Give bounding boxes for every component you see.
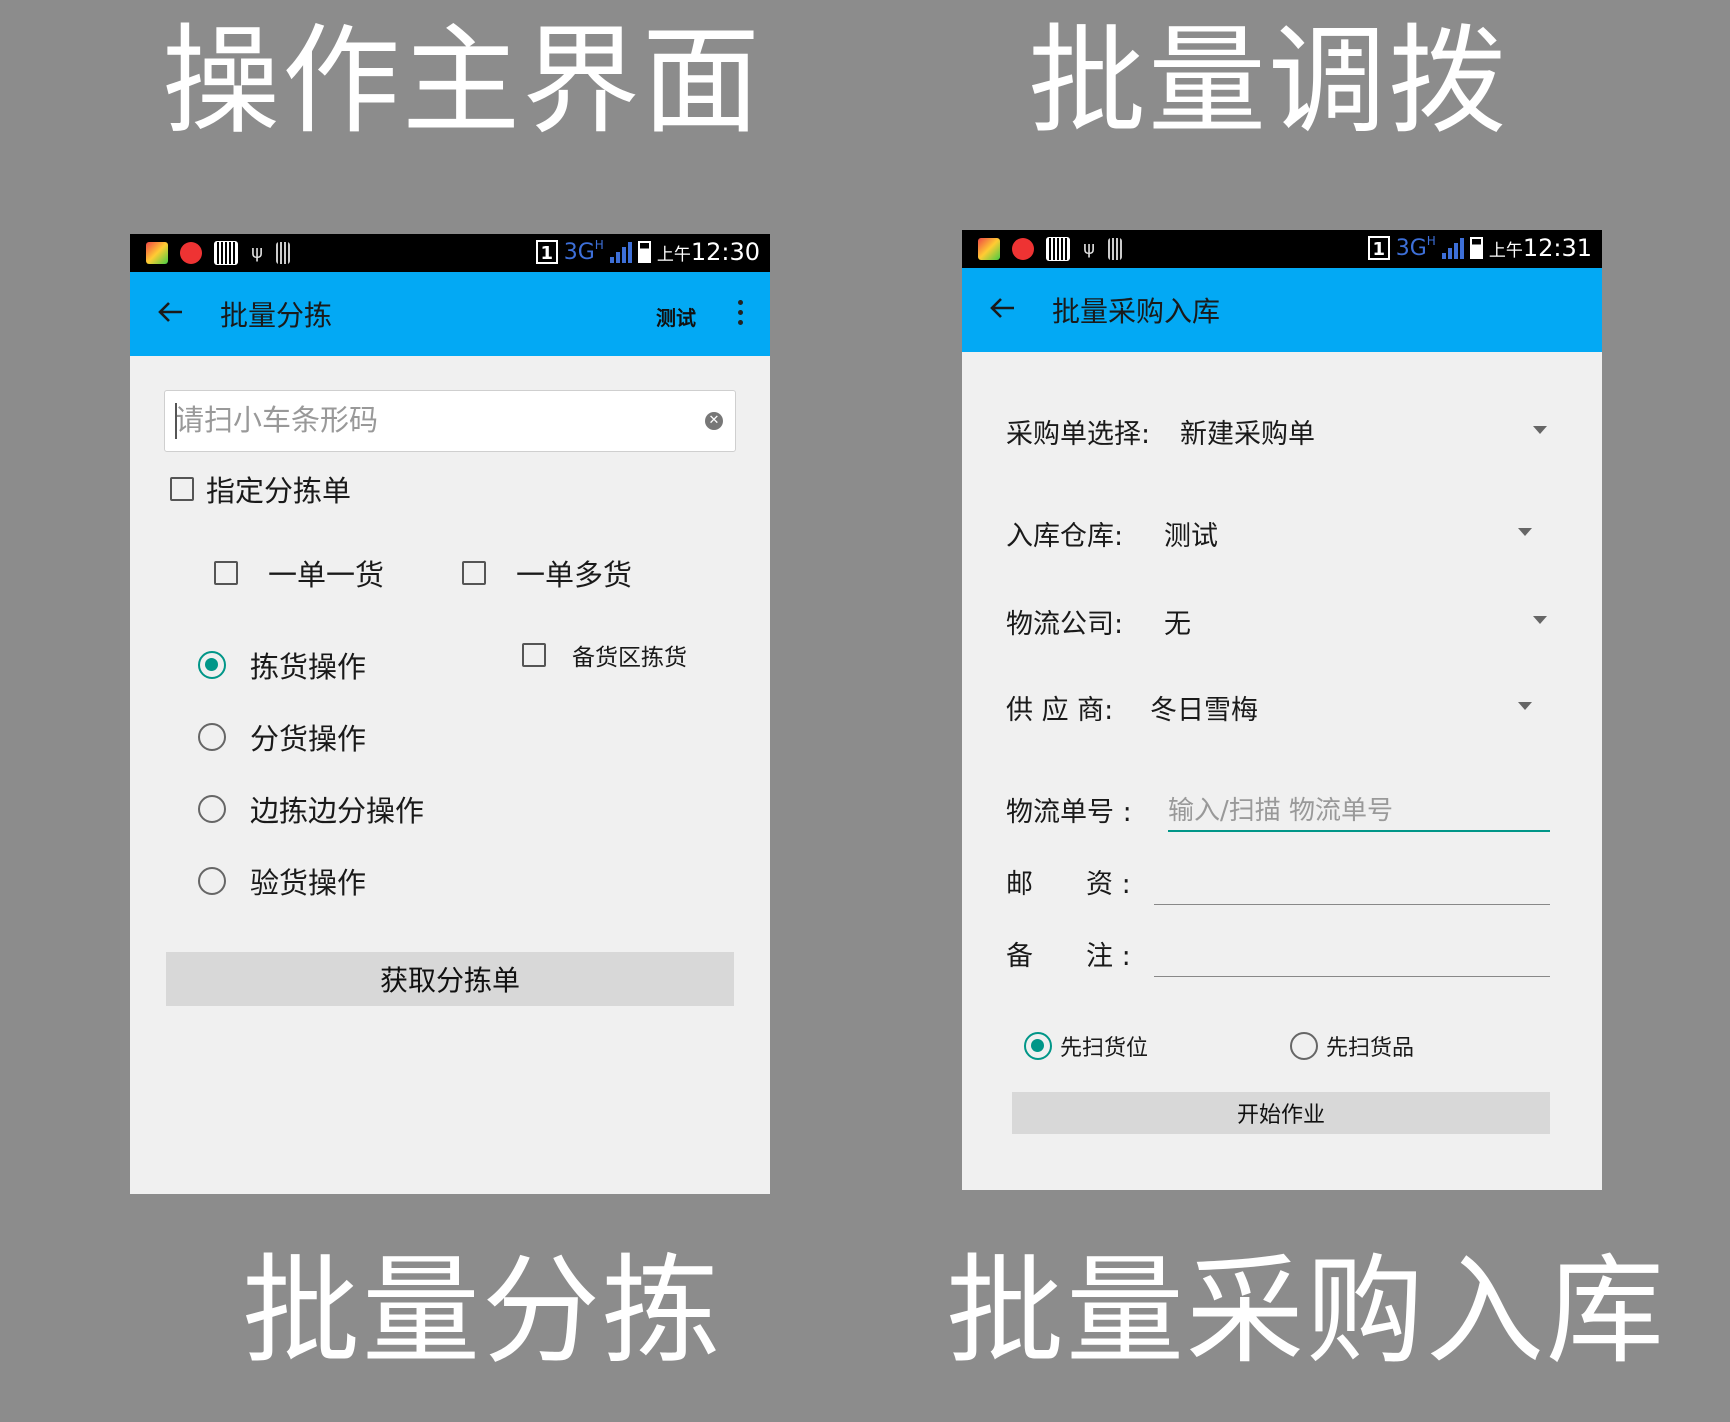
usb-icon: ψ bbox=[1083, 238, 1095, 259]
radio-circle bbox=[198, 795, 226, 823]
logistics-value: 无 bbox=[1164, 609, 1191, 640]
radio-label: 边拣边分操作 bbox=[250, 794, 425, 828]
network-type: 3G bbox=[563, 239, 595, 265]
dropdown-arrow-icon bbox=[1518, 528, 1532, 536]
network-sub: H bbox=[594, 238, 604, 252]
page-title: 批量采购入库 bbox=[1052, 295, 1221, 328]
postage-label-a: 邮 bbox=[1006, 869, 1033, 900]
sim-icon: 1 bbox=[1367, 236, 1390, 260]
checkbox-box bbox=[214, 561, 238, 585]
radio-label: 先扫货品 bbox=[1326, 1036, 1415, 1061]
network-type: 3G bbox=[1395, 235, 1427, 261]
postage-label-b: 资 : bbox=[1086, 869, 1131, 900]
purchase-order-spinner[interactable]: 采购单选择: 新建采购单 bbox=[1006, 412, 1556, 456]
logistics-spinner[interactable]: 物流公司: 无 bbox=[1006, 602, 1556, 646]
tracking-label: 物流单号 : bbox=[1006, 797, 1132, 828]
purchase-order-value: 新建采购单 bbox=[1180, 419, 1315, 450]
multi-item-label: 一单多货 bbox=[516, 558, 633, 592]
supplier-label: 供 应 商: bbox=[1006, 695, 1114, 726]
barcode-notification-icon bbox=[214, 241, 238, 265]
supplier-value: 冬日雪梅 bbox=[1150, 695, 1258, 726]
back-arrow-icon[interactable] bbox=[156, 298, 184, 326]
reserve-area-checkbox[interactable]: 备货区拣货 bbox=[522, 638, 687, 672]
test-action-button[interactable]: 测试 bbox=[656, 302, 696, 331]
sync-notification-icon bbox=[1012, 238, 1034, 260]
radio-pick[interactable]: 拣货操作 bbox=[198, 644, 366, 686]
dropdown-arrow-icon bbox=[1533, 616, 1547, 624]
page-title: 批量分拣 bbox=[220, 299, 333, 332]
supplier-spinner[interactable]: 供 应 商: 冬日雪梅 bbox=[1006, 688, 1556, 732]
radio-inspect[interactable]: 验货操作 bbox=[198, 860, 366, 902]
caption-batch-transfer: 批量调拨 bbox=[1028, 12, 1509, 150]
caption-batch-purchase: 批量采购入库 bbox=[946, 1242, 1667, 1380]
scanner-icon bbox=[276, 242, 290, 264]
postage-input[interactable] bbox=[1154, 904, 1550, 905]
purchase-order-label: 采购单选择: bbox=[1006, 419, 1151, 450]
checkbox-box bbox=[462, 561, 486, 585]
caption-batch-sorting: 批量分拣 bbox=[242, 1242, 723, 1380]
scanner-icon bbox=[1108, 238, 1122, 260]
radio-circle-selected bbox=[198, 651, 226, 679]
radio-circle bbox=[198, 723, 226, 751]
warehouse-label: 入库仓库: bbox=[1006, 521, 1124, 552]
single-item-label: 一单一货 bbox=[268, 558, 385, 592]
get-sorting-order-button[interactable]: 获取分拣单 bbox=[166, 952, 734, 1006]
app-notification-icon bbox=[146, 242, 168, 264]
clear-icon[interactable]: ✕ bbox=[705, 412, 723, 430]
dropdown-arrow-icon bbox=[1533, 426, 1547, 434]
reserve-area-label: 备货区拣货 bbox=[572, 645, 687, 671]
more-vert-icon[interactable] bbox=[738, 300, 744, 330]
barcode-notification-icon bbox=[1046, 237, 1070, 261]
specify-order-label: 指定分拣单 bbox=[206, 474, 352, 508]
radio-label: 拣货操作 bbox=[250, 650, 367, 684]
single-item-checkbox[interactable]: 一单一货 bbox=[214, 552, 384, 594]
signal-icon bbox=[609, 241, 632, 263]
remark-input[interactable] bbox=[1154, 976, 1550, 977]
tracking-input[interactable]: 输入/扫描 物流单号 bbox=[1168, 790, 1550, 827]
battery-icon bbox=[1469, 237, 1483, 259]
radio-label: 先扫货位 bbox=[1060, 1036, 1149, 1061]
usb-icon: ψ bbox=[251, 242, 263, 263]
network-sub: H bbox=[1426, 234, 1436, 248]
radio-scan-location[interactable]: 先扫货位 bbox=[1024, 1030, 1148, 1062]
status-bar: ψ 1 3G H 上午12:31 bbox=[962, 230, 1602, 268]
battery-icon bbox=[637, 241, 651, 263]
radio-label: 分货操作 bbox=[250, 722, 367, 756]
radio-label: 验货操作 bbox=[250, 866, 367, 900]
radio-circle bbox=[198, 867, 226, 895]
dropdown-arrow-icon bbox=[1518, 702, 1532, 710]
warehouse-value: 测试 bbox=[1164, 521, 1218, 552]
phone-sorting: ψ 1 3G H 上午12:30 批量分拣 测试 ✕ 指定分拣单 一单一货 一单… bbox=[130, 234, 770, 1194]
warehouse-spinner[interactable]: 入库仓库: 测试 bbox=[1006, 514, 1556, 558]
text-cursor bbox=[175, 403, 177, 439]
radio-pick-and-distribute[interactable]: 边拣边分操作 bbox=[198, 788, 424, 830]
radio-circle-selected bbox=[1024, 1032, 1052, 1060]
specify-order-checkbox[interactable]: 指定分拣单 bbox=[170, 468, 351, 510]
logistics-label: 物流公司: bbox=[1006, 609, 1124, 640]
app-notification-icon bbox=[978, 238, 1000, 260]
app-bar: 批量采购入库 bbox=[962, 268, 1602, 352]
signal-icon bbox=[1441, 237, 1464, 259]
back-arrow-icon[interactable] bbox=[988, 294, 1016, 322]
cart-barcode-input[interactable] bbox=[165, 391, 655, 449]
radio-distribute[interactable]: 分货操作 bbox=[198, 716, 366, 758]
cart-barcode-search: ✕ bbox=[164, 390, 736, 452]
checkbox-box bbox=[522, 643, 546, 667]
caption-main-ui: 操作主界面 bbox=[162, 12, 763, 150]
status-time: 上午12:31 bbox=[1488, 234, 1592, 262]
radio-scan-goods[interactable]: 先扫货品 bbox=[1290, 1030, 1414, 1062]
sim-icon: 1 bbox=[535, 240, 558, 264]
remark-label-a: 备 bbox=[1006, 941, 1033, 972]
phone-purchase: ψ 1 3G H 上午12:31 批量采购入库 采购单选择: 新建采购单 入库仓… bbox=[962, 230, 1602, 1190]
sync-notification-icon bbox=[180, 242, 202, 264]
status-time: 上午12:30 bbox=[656, 238, 760, 266]
status-bar: ψ 1 3G H 上午12:30 bbox=[130, 234, 770, 272]
tracking-input-underline bbox=[1168, 830, 1550, 832]
checkbox-box bbox=[170, 477, 194, 501]
multi-item-checkbox[interactable]: 一单多货 bbox=[462, 552, 632, 594]
app-bar: 批量分拣 测试 bbox=[130, 272, 770, 356]
start-work-button[interactable]: 开始作业 bbox=[1012, 1092, 1550, 1134]
radio-circle bbox=[1290, 1032, 1318, 1060]
remark-label-b: 注 : bbox=[1086, 941, 1131, 972]
